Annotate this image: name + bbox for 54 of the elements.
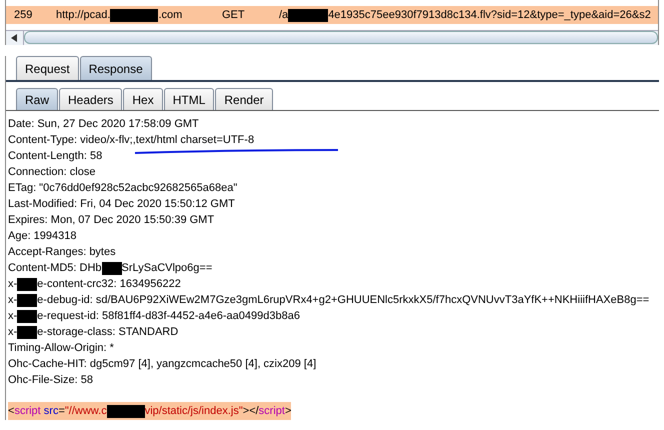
header-text: Connection: close	[8, 164, 96, 180]
header-text: Timing-Allow-Origin: *	[8, 340, 114, 356]
header-text: e-debug-id: sd/BAU6P92XiWEw2M7Gze3gmL6rupVRx4+g2+GHUUENlc5rkxkX5/f7hcxQVNUvvT3aYfK++NKHiiifHAXeB8g==	[37, 292, 650, 308]
redaction-block	[288, 8, 328, 22]
table-cell-text: 259	[13, 8, 34, 23]
code-text: script	[14, 404, 41, 419]
redaction-block	[17, 326, 38, 338]
header-text: SrLySaCVlpo6g==	[122, 260, 212, 276]
url-text: /a	[279, 8, 288, 23]
header-text: Ohc-Cache-HIT: dg5cm97 [4], yangzcmcache50 [4], czix209 [4]	[8, 356, 316, 372]
code-text: =	[58, 404, 65, 419]
tab[interactable]: Raw	[16, 88, 58, 110]
redaction-block	[110, 8, 158, 22]
code-text: src	[42, 404, 58, 419]
redaction-block	[17, 278, 38, 290]
redaction-block	[17, 294, 38, 306]
tab[interactable]: Headers	[59, 88, 122, 110]
header-text: e-content-crc32: 1634956222	[37, 276, 181, 292]
history-row[interactable]: 259 http://pcad. .com GET /a 4e1935c75ee930f7913d8c134.flv?sid=12&type=_type&aid=26&s2	[6, 6, 658, 24]
header-text: Date: Sun, 27 Dec 2020 17:58:09 GMT	[8, 116, 199, 132]
header-text: x-	[8, 292, 18, 308]
header-text: x-	[8, 276, 18, 292]
header-text: e-request-id: 58f81ff4-d83f-4452-a4e6-aa0499d3b8a6	[37, 308, 300, 324]
redaction-block	[102, 262, 122, 274]
header-text: x-	[8, 308, 18, 324]
url-text: 4e1935c75ee930f7913d8c134.flv?sid=12&type=_type&aid=26&s2	[328, 8, 651, 23]
redaction-block	[106, 404, 145, 418]
code-text: "//www.c	[64, 404, 107, 419]
code-text: ></	[242, 404, 259, 419]
header-text: Content-Type: video/x-flv;,text/html charset=UTF-8	[8, 132, 254, 148]
host-text: http://pcad.	[56, 8, 110, 23]
header-text: Expires: Mon, 07 Dec 2020 15:50:39 GMT	[8, 212, 214, 228]
host-text: .com	[158, 8, 182, 23]
horizontal-scrollbar[interactable]	[6, 30, 658, 45]
code-text: <	[8, 404, 14, 419]
tab[interactable]: Response	[80, 56, 152, 80]
tab[interactable]: HTML	[164, 88, 214, 110]
header-text: Age: 1994318	[8, 228, 77, 244]
header-text: Content-Length: 58	[8, 148, 102, 164]
header-text: Accept-Ranges: bytes	[8, 244, 116, 260]
tab[interactable]: Request	[16, 56, 79, 80]
table-cell-text: GET	[222, 8, 246, 23]
code-text: >	[284, 404, 292, 419]
header-text: e-storage-class: STANDARD	[37, 324, 178, 340]
header-text: Ohc-File-Size: 58	[8, 372, 93, 388]
code-text: script	[258, 404, 285, 419]
tab[interactable]: Render	[215, 88, 273, 110]
header-text: Last-Modified: Fri, 04 Dec 2020 15:50:12 GMT	[8, 196, 235, 212]
header-text: Content-MD5: DHb	[8, 260, 102, 276]
tab[interactable]: Hex	[123, 88, 163, 110]
scroll-thumb[interactable]	[24, 31, 658, 44]
redaction-block	[17, 310, 38, 322]
header-text: x-	[8, 324, 18, 340]
header-text: ETag: "0c76dd0ef928c52acbc92682565a68ea"	[8, 180, 238, 196]
